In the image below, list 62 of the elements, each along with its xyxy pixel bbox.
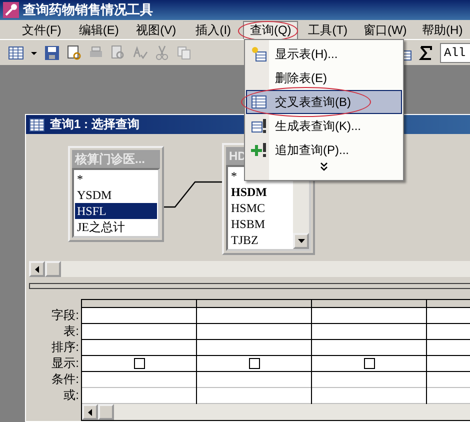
row-label: 条件:	[52, 371, 79, 387]
grid-cell[interactable]	[82, 340, 196, 356]
grid-cell[interactable]	[312, 340, 426, 356]
scroll-left-button[interactable]	[29, 261, 45, 277]
menu-item[interactable]: 帮助(H)	[414, 20, 470, 38]
field-item[interactable]: HSBM	[229, 216, 292, 232]
document-search-icon[interactable]	[66, 44, 82, 60]
window-title: 查询药物销售情况工具	[23, 1, 153, 19]
grid-cell[interactable]	[312, 356, 426, 372]
checkbox[interactable]	[134, 358, 144, 369]
menu-item[interactable]: 文件(F)	[14, 20, 70, 38]
table-title: 核算门诊医...	[72, 150, 160, 168]
scroll-down-button[interactable]	[293, 233, 309, 249]
field-item[interactable]: YSDM	[75, 187, 157, 203]
grid-cell[interactable]	[197, 356, 311, 372]
row-label: 或:	[64, 387, 79, 403]
checkbox[interactable]	[248, 358, 260, 369]
row-label: 显示:	[52, 355, 79, 371]
top-values-field[interactable]: All	[440, 42, 470, 62]
menu-entry[interactable]: 删除表(E)	[246, 66, 402, 90]
menu-entry[interactable]: 显示表(H)...	[246, 42, 402, 66]
scroll-thumb[interactable]	[45, 261, 61, 277]
grid-cell[interactable]	[312, 324, 426, 340]
field-item[interactable]: HSMC	[229, 200, 292, 216]
left-arrow-icon	[35, 266, 39, 272]
menu-item[interactable]: 视图(V)	[128, 20, 184, 38]
expand-chevron-icon[interactable]	[320, 162, 328, 172]
query-window-title: 查询1 : 选择查询	[50, 116, 140, 133]
row-label: 排序:	[52, 339, 79, 355]
grid-cell[interactable]	[82, 308, 196, 324]
menu-item[interactable]: 窗口(W)	[358, 20, 413, 38]
field-item[interactable]: JE之总计	[75, 219, 157, 235]
field-item[interactable]: HSFL	[75, 203, 157, 219]
scroll-left-button[interactable]	[82, 404, 98, 420]
menu-item[interactable]: 编辑(E)	[71, 20, 126, 38]
menu-entry[interactable]: 生成表查询(K)...	[246, 114, 402, 138]
checkbox[interactable]	[364, 358, 374, 369]
query-icon[interactable]	[29, 116, 45, 132]
scroll-thumb[interactable]	[98, 404, 114, 420]
plus-exclamation-icon	[251, 142, 267, 158]
field-item[interactable]: HSDM	[229, 184, 292, 200]
field-item[interactable]: TJBZ	[229, 232, 292, 248]
table-icon[interactable]	[8, 44, 24, 60]
save-icon[interactable]	[44, 44, 60, 60]
key-icon	[3, 2, 19, 18]
menu-item[interactable]: 工具(T)	[300, 20, 356, 38]
row-label: 字段:	[52, 307, 79, 323]
menu-item[interactable]: 插入(I)	[186, 20, 241, 38]
left-arrow-icon	[88, 408, 92, 416]
field-item[interactable]: *	[75, 171, 157, 187]
grid-cell[interactable]	[197, 324, 311, 340]
sigma-icon[interactable]	[418, 44, 434, 60]
table-plus-icon	[251, 46, 267, 62]
table-exclamation-icon	[251, 118, 267, 134]
down-arrow-icon	[298, 239, 304, 243]
row-label: 表:	[64, 323, 79, 339]
grid-cell[interactable]	[312, 308, 426, 324]
grid-cell[interactable]	[82, 356, 196, 372]
grid-icon	[251, 94, 267, 110]
grid-cell[interactable]	[82, 324, 196, 340]
grid-cell[interactable]	[197, 340, 311, 356]
grid-cell[interactable]	[197, 308, 311, 324]
